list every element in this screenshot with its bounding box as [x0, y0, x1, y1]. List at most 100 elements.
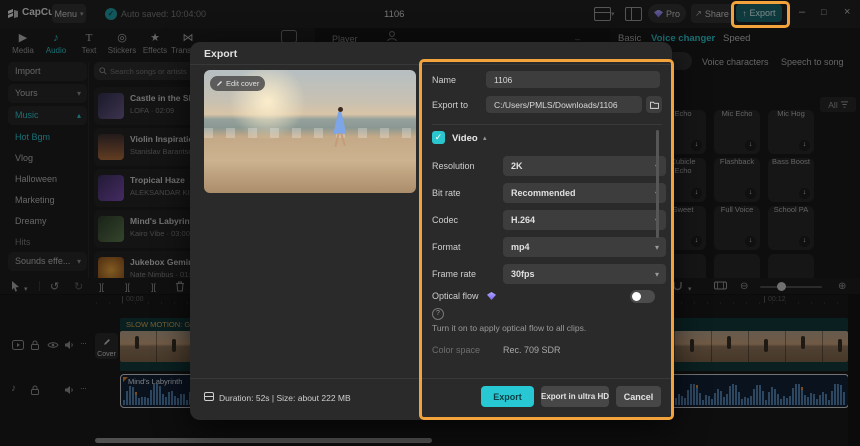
optical-flow-toggle[interactable]	[630, 290, 655, 303]
minimize-icon[interactable]: –	[799, 6, 805, 18]
tab-effects[interactable]: ★ Effects	[138, 31, 172, 55]
redo-icon[interactable]: ↻	[74, 281, 83, 293]
sidebar-item-hot-bgm[interactable]: Hot Bgm	[8, 128, 87, 147]
download-icon[interactable]: ↓	[799, 188, 810, 199]
format-select[interactable]: mp4 ▾	[503, 237, 666, 257]
export-button-top[interactable]: ↑ Export	[736, 4, 782, 22]
panel-toggle-icon[interactable]	[625, 7, 642, 21]
capcut-logo-icon	[7, 8, 19, 20]
menu-button[interactable]: Menu ▾	[52, 4, 86, 23]
sidebar-item-music[interactable]: Music ▴	[8, 106, 87, 125]
tab-stickers[interactable]: ◎ Stickers	[105, 31, 139, 55]
top-bar: CapCut Menu ▾ ✓ Auto saved: 10:04:00 110…	[0, 0, 860, 29]
preview-axis-icon[interactable]	[714, 281, 727, 291]
help-icon[interactable]: ?	[432, 308, 444, 320]
track-more-icon[interactable]: ···	[80, 338, 87, 348]
eye-icon[interactable]	[47, 340, 59, 350]
audio-track-icon: ♪	[11, 383, 16, 394]
sidebar-item-dreamy[interactable]: Dreamy	[8, 212, 87, 231]
download-icon[interactable]: ↓	[691, 188, 702, 199]
lock-icon[interactable]	[30, 340, 40, 350]
zoom-slider[interactable]	[760, 286, 822, 288]
browse-folder-button[interactable]	[646, 96, 662, 113]
zoom-out-icon[interactable]: ⊖	[740, 281, 748, 293]
split-icon[interactable]: ][	[99, 281, 104, 293]
delete-left-icon[interactable]: ][	[125, 281, 130, 293]
voice-effect-tile[interactable]: Bass Boost ↓	[768, 157, 814, 202]
audio-icon: ♪	[53, 32, 59, 44]
download-icon[interactable]: ↓	[799, 140, 810, 151]
edit-cover-button[interactable]: Edit cover	[210, 76, 266, 91]
filter-all-button[interactable]: All	[820, 97, 856, 112]
segment-speech-to-song[interactable]: Speech to song	[781, 57, 844, 67]
maximize-icon[interactable]: □	[821, 7, 826, 17]
snap-caret-icon[interactable]: ▾	[688, 284, 692, 296]
name-input[interactable]: 1106	[486, 71, 660, 88]
download-icon[interactable]: ↓	[691, 140, 702, 151]
sidebar-item-halloween[interactable]: Halloween	[8, 170, 87, 189]
track-more-icon[interactable]: ···	[80, 383, 87, 393]
zoom-slider-handle[interactable]	[777, 282, 786, 291]
lock-icon[interactable]	[30, 385, 40, 395]
tab-audio[interactable]: ♪ Audio	[39, 31, 73, 55]
download-icon[interactable]: ↓	[745, 236, 756, 247]
tab-media[interactable]: ▶ Media	[6, 31, 40, 55]
sidebar-item-import[interactable]: Import	[8, 62, 87, 81]
voice-effect-tile[interactable]: Mic Echo ↓	[714, 109, 760, 154]
framerate-select[interactable]: 30fps ▾	[503, 264, 666, 284]
collapse-icon[interactable]: ▴	[483, 134, 487, 142]
optical-flow-hint: Turn it on to apply optical flow to all …	[432, 323, 587, 333]
sidebar-item-sound-effects[interactable]: Sounds effe... ▾	[8, 252, 87, 271]
resolution-select[interactable]: 2K ▾	[503, 156, 666, 176]
share-button[interactable]: ↗ Share	[691, 4, 733, 23]
delete-icon[interactable]	[175, 281, 185, 292]
mute-icon[interactable]	[64, 340, 75, 350]
layout-caret-icon[interactable]: ▾	[611, 10, 615, 18]
select-tool-icon[interactable]	[10, 280, 21, 292]
select-caret-icon[interactable]: ▾	[24, 284, 28, 296]
sidebar-item-yours[interactable]: Yours ▾	[8, 84, 87, 103]
zoom-in-icon[interactable]: ⊕	[838, 281, 846, 293]
download-icon[interactable]: ↓	[745, 140, 756, 151]
pro-button[interactable]: Pro	[648, 4, 686, 23]
search-placeholder: Search songs or artists	[110, 66, 187, 76]
horizontal-scrollbar[interactable]	[95, 438, 432, 443]
export-confirm-button[interactable]: Export	[481, 386, 534, 407]
download-icon[interactable]: ↓	[691, 236, 702, 247]
codec-select[interactable]: H.264 ▾	[503, 210, 666, 230]
voice-effect-tile[interactable]: Full Voice ↓	[714, 205, 760, 250]
voice-effect-tile[interactable]: Mic Hog ↓	[768, 109, 814, 154]
undo-icon[interactable]: ↺	[50, 281, 59, 293]
sticker-icon: ◎	[117, 32, 127, 44]
voice-effect-tile[interactable]	[768, 254, 814, 278]
close-icon[interactable]: ×	[844, 6, 850, 18]
cover-button[interactable]: Cover	[95, 333, 118, 359]
voice-effect-tile[interactable]: Flashback ↓	[714, 157, 760, 202]
voice-effect-tile[interactable]	[714, 254, 760, 278]
cancel-button[interactable]: Cancel	[616, 386, 661, 407]
filters-icon[interactable]	[386, 30, 398, 42]
person-figure	[333, 106, 347, 147]
export-ultra-hd-button[interactable]: Export in ultra HD	[541, 386, 609, 407]
layout-toggle-icon[interactable]	[594, 7, 611, 21]
form-scrollbar[interactable]	[656, 130, 659, 238]
export-path-input[interactable]: C:/Users/PMLS/Downloads/1106	[486, 96, 642, 113]
tab-speed[interactable]: Speed	[723, 33, 750, 44]
voice-effect-tile[interactable]: School PA ↓	[768, 205, 814, 250]
snap-icon[interactable]	[672, 281, 683, 291]
sidebar-item-vlog[interactable]: Vlog	[8, 149, 87, 168]
video-checkbox[interactable]: ✓	[432, 131, 445, 144]
bitrate-select[interactable]: Recommended ▾	[503, 183, 666, 203]
mute-icon[interactable]	[64, 385, 75, 395]
sidebar-item-hits[interactable]: Hits	[8, 233, 87, 252]
download-icon[interactable]: ↓	[799, 236, 810, 247]
tab-text[interactable]: T Text	[72, 31, 106, 55]
pencil-icon	[103, 338, 111, 346]
document-title: 1106	[384, 9, 405, 20]
delete-right-icon[interactable]: ][	[151, 281, 156, 293]
download-icon[interactable]: ↓	[745, 188, 756, 199]
dialog-divider	[190, 64, 672, 65]
sidebar-item-marketing[interactable]: Marketing	[8, 191, 87, 210]
segment-voice-characters[interactable]: Voice characters	[702, 57, 769, 67]
search-input[interactable]: Search songs or artists	[94, 62, 204, 80]
